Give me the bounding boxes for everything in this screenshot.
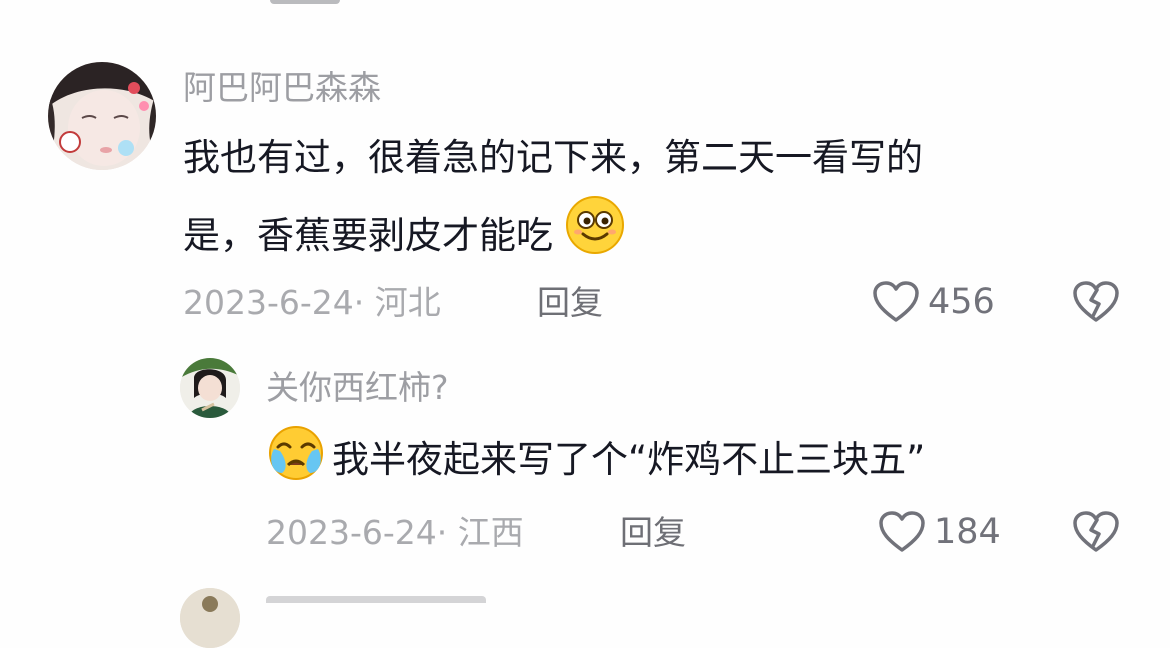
broken-heart-icon bbox=[1073, 511, 1119, 552]
comment-item: 阿巴阿巴森森 我也有过，很着急的记下来，第二天一看写的 是，香蕉要剥皮才能吃 2… bbox=[0, 55, 1170, 335]
smile-emoji-icon bbox=[565, 195, 625, 280]
reply-text-content: 我半夜起来写了个“炸鸡不止三块五” bbox=[332, 437, 926, 481]
reply-text: 我半夜起来写了个“炸鸡不止三块五” bbox=[266, 423, 1146, 496]
reply-username[interactable]: 关你西红柿? bbox=[266, 371, 449, 404]
comment-date: 2023-6-24 bbox=[183, 283, 354, 322]
next-comment-username-cutoff bbox=[266, 596, 486, 603]
reply-button[interactable]: 回复 bbox=[620, 516, 686, 549]
broken-heart-icon bbox=[1073, 281, 1119, 322]
next-comment-avatar[interactable] bbox=[180, 588, 240, 648]
comment-location: · 河北 bbox=[353, 283, 441, 322]
avatar[interactable] bbox=[48, 62, 156, 170]
crying-emoji-icon bbox=[266, 423, 326, 496]
comment-text-line-2: 是，香蕉要剥皮才能吃 bbox=[183, 214, 553, 257]
avatar[interactable] bbox=[180, 358, 240, 418]
dislike-button[interactable] bbox=[1072, 280, 1120, 328]
like-button[interactable]: 456 bbox=[872, 280, 995, 324]
comment-username[interactable]: 阿巴阿巴森森 bbox=[183, 71, 381, 104]
reply-item: 关你西红柿? 我半夜起来写了个“炸鸡不止三块五” 2023-6-24· 江西 回… bbox=[0, 355, 1170, 565]
like-button[interactable]: 184 bbox=[878, 510, 1001, 554]
like-count: 456 bbox=[928, 281, 995, 322]
previous-item-cutoff bbox=[270, 0, 340, 6]
heart-icon bbox=[879, 511, 925, 552]
dislike-button[interactable] bbox=[1072, 510, 1120, 558]
comment-text-line: 我也有过，很着急的记下来，第二天一看写的 bbox=[183, 136, 923, 179]
heart-icon bbox=[873, 281, 919, 322]
reply-date: 2023-6-24 bbox=[266, 513, 437, 552]
comment-meta: 2023-6-24· 河北 bbox=[183, 286, 441, 319]
comment-text-line: 是，香蕉要剥皮才能吃 bbox=[183, 195, 1123, 280]
comment-text: 我也有过，很着急的记下来，第二天一看写的 是，香蕉要剥皮才能吃 bbox=[183, 121, 1123, 280]
reply-meta: 2023-6-24· 江西 bbox=[266, 516, 524, 549]
like-count: 184 bbox=[934, 511, 1001, 552]
reply-button[interactable]: 回复 bbox=[537, 286, 603, 319]
reply-location: · 江西 bbox=[436, 513, 524, 552]
